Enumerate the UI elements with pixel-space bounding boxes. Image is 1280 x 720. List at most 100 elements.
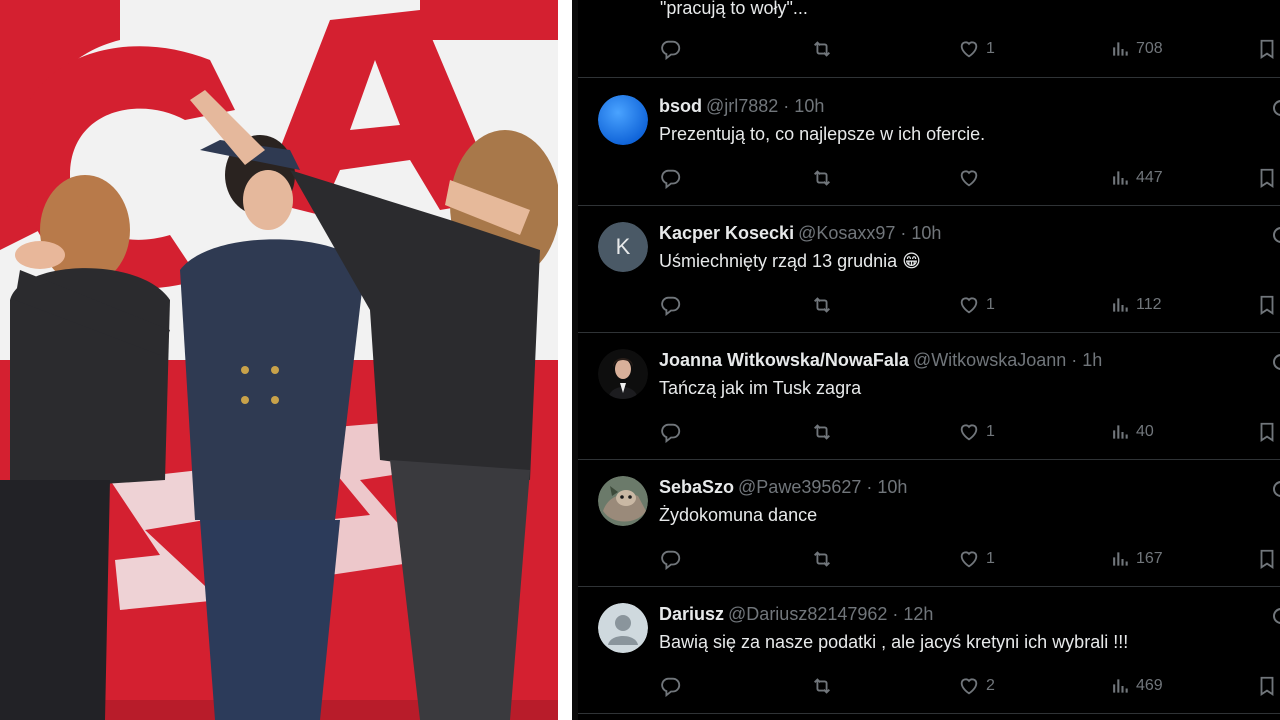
retweet-icon [814, 551, 830, 567]
letter-avatar[interactable]: K [598, 222, 648, 272]
bookmark-button[interactable] [1258, 546, 1276, 572]
bookmark-icon [1260, 422, 1274, 442]
tweet-text: Tańczą jak im Tusk zagra [659, 378, 862, 398]
reply-icon [661, 423, 681, 443]
display-name[interactable]: Kacper Kosecki [659, 223, 794, 243]
retweet-button[interactable] [810, 419, 834, 445]
more-icon[interactable] [1272, 607, 1280, 625]
views-count: 112 [1136, 296, 1162, 313]
views-count: 40 [1136, 423, 1154, 440]
retweet-icon [814, 297, 830, 313]
like-count: 1 [986, 550, 995, 567]
animal-photo-avatar[interactable] [598, 476, 648, 526]
tweet-text: Uśmiechnięty rząd 13 grudnia 😁 [659, 251, 921, 271]
bookmark-button[interactable] [1258, 36, 1276, 62]
views-icon [1113, 552, 1128, 566]
bookmark-icon [1260, 168, 1274, 188]
tweet-header: Joanna Witkowska/NowaFala @WitkowskaJoann… [659, 350, 1102, 371]
like-count: 1 [986, 40, 995, 57]
like-button[interactable]: 2 [958, 673, 995, 699]
panel-divider [558, 0, 572, 720]
like-button[interactable]: 1 [958, 419, 995, 445]
views-button[interactable]: 112 [1110, 292, 1162, 318]
views-count: 469 [1136, 677, 1163, 694]
views-icon [1113, 171, 1128, 185]
reply-button[interactable] [660, 673, 682, 699]
handle-and-time[interactable]: @WitkowskaJoann · 1h [913, 350, 1102, 370]
avatar-image [598, 603, 648, 653]
tweet[interactable]: Joanna Witkowska/NowaFala @WitkowskaJoann… [578, 333, 1280, 460]
twitter-replies-feed[interactable]: "pracują to woły"... 1 708 bsod @jrl7882… [572, 0, 1280, 720]
more-icon[interactable] [1272, 226, 1280, 244]
like-count: 1 [986, 296, 995, 313]
tweet-actions: 1 167 [578, 546, 1280, 572]
handle-and-time[interactable]: @Dariusz82147962 · 12h [728, 604, 933, 624]
views-icon [1113, 679, 1128, 693]
more-icon[interactable] [1272, 99, 1280, 117]
tweet[interactable]: Dariusz @Dariusz82147962 · 12h Bawią się … [578, 587, 1280, 714]
portrait-avatar[interactable] [598, 349, 648, 399]
default-person-avatar[interactable] [598, 603, 648, 653]
tweet[interactable]: bsod @jrl7882 · 10h Prezentują to, co naj… [578, 79, 1280, 206]
reply-button[interactable] [660, 546, 682, 572]
reply-button[interactable] [660, 165, 682, 191]
display-name[interactable]: SebaSzo [659, 477, 734, 497]
reply-button[interactable] [660, 419, 682, 445]
retweet-button[interactable] [810, 673, 834, 699]
handle-and-time[interactable]: @Kosaxx97 · 10h [798, 223, 941, 243]
tweet-text: Prezentują to, co najlepsze w ich oferci… [659, 124, 986, 144]
bookmark-button[interactable] [1258, 165, 1276, 191]
reply-icon [661, 169, 681, 189]
views-button[interactable]: 447 [1110, 165, 1163, 191]
tweet-actions: 447 [578, 165, 1280, 191]
heart-icon [960, 41, 978, 58]
display-name[interactable]: Joanna Witkowska/NowaFala [659, 350, 909, 370]
views-button[interactable]: 167 [1110, 546, 1163, 572]
bookmark-button[interactable] [1258, 292, 1276, 318]
reply-button[interactable] [660, 36, 682, 62]
display-name[interactable]: bsod [659, 96, 702, 116]
bookmark-button[interactable] [1258, 419, 1276, 445]
tweet-header: SebaSzo @Pawe395627 · 10h [659, 477, 907, 498]
more-icon[interactable] [1272, 480, 1280, 498]
avatar-image [598, 349, 648, 399]
tweet[interactable]: SebaSzo @Pawe395627 · 10h Żydokomuna danc… [578, 460, 1280, 587]
retweet-button[interactable] [810, 292, 834, 318]
views-button[interactable]: 708 [1110, 36, 1163, 62]
tweet-text: Żydokomuna dance [659, 505, 818, 525]
retweet-button[interactable] [810, 36, 834, 62]
views-button[interactable]: 469 [1110, 673, 1163, 699]
like-count: 1 [986, 423, 995, 440]
like-button[interactable]: 1 [958, 292, 995, 318]
tweet-top-partial[interactable]: "pracują to woły"... 1 708 [578, 0, 1280, 78]
tweet-actions: 1 708 [578, 36, 1280, 62]
bookmark-icon [1260, 295, 1274, 315]
views-button[interactable]: 40 [1110, 419, 1154, 445]
bookmark-button[interactable] [1258, 673, 1276, 699]
blue-circle-avatar[interactable] [598, 95, 648, 145]
avatar-image [598, 95, 648, 145]
retweet-button[interactable] [810, 165, 834, 191]
avatar-image [598, 476, 648, 526]
retweet-button[interactable] [810, 546, 834, 572]
handle-and-time[interactable]: @Pawe395627 · 10h [738, 477, 907, 497]
three-women-dabbing-photo [0, 0, 558, 720]
tweet[interactable]: K Kacper Kosecki @Kosaxx97 · 10h Uśmiechn… [578, 206, 1280, 333]
like-button[interactable]: 1 [958, 546, 995, 572]
like-button[interactable] [958, 165, 986, 191]
heart-icon [960, 170, 978, 187]
handle-and-time[interactable]: @jrl7882 · 10h [706, 96, 824, 116]
like-button[interactable]: 1 [958, 36, 995, 62]
news-photo [0, 0, 558, 720]
more-icon[interactable] [1272, 353, 1280, 371]
bookmark-icon [1260, 676, 1274, 696]
like-count: 2 [986, 677, 995, 694]
tweet-text: "pracują to woły"... [660, 0, 808, 18]
reply-icon [661, 40, 681, 60]
tweet-header: Dariusz @Dariusz82147962 · 12h [659, 604, 933, 625]
retweet-icon [814, 41, 830, 57]
reply-button[interactable] [660, 292, 682, 318]
retweet-icon [814, 424, 830, 440]
display-name[interactable]: Dariusz [659, 604, 724, 624]
reply-icon [661, 550, 681, 570]
